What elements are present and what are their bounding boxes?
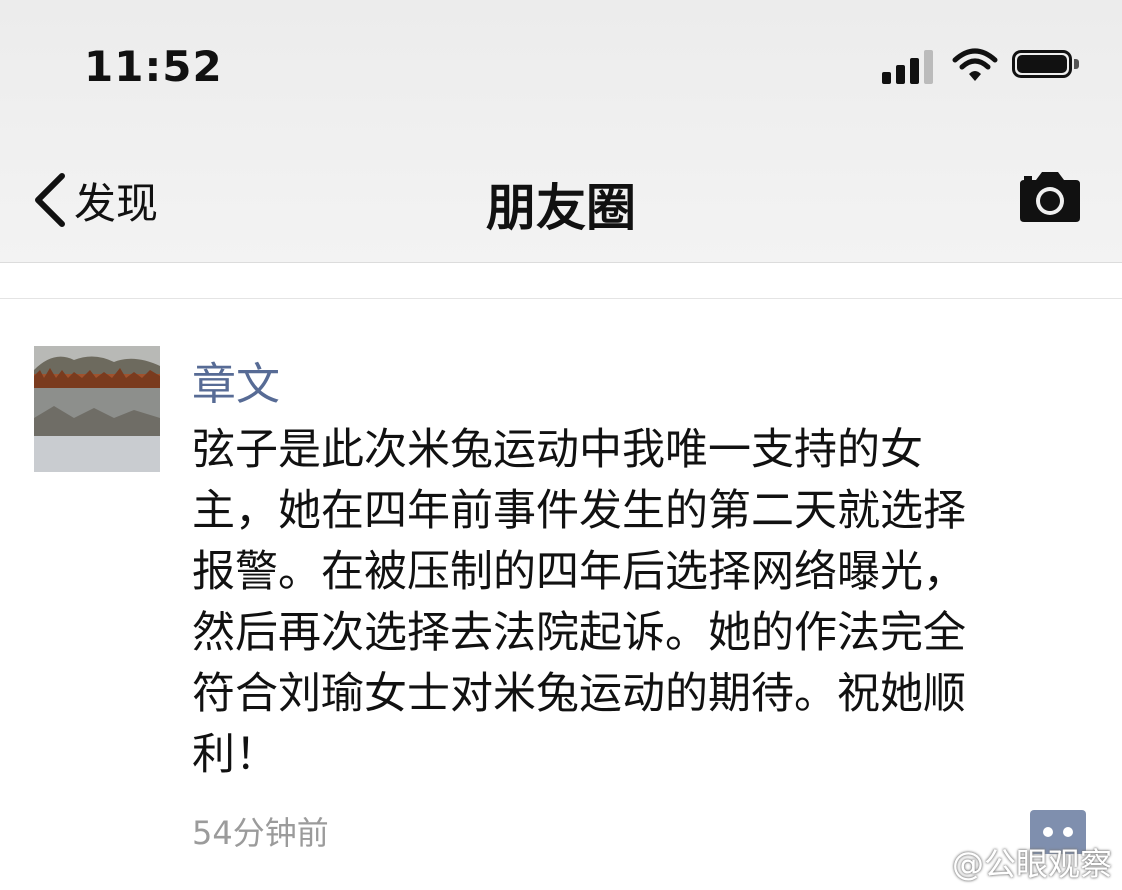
post-line: 符合刘瑜女士对米兔运动的期待。祝她顺	[192, 669, 966, 719]
watermark: @公眼观察	[906, 842, 1112, 883]
signal-icon	[882, 48, 934, 84]
avatar[interactable]	[34, 346, 160, 472]
divider	[0, 298, 1122, 299]
post-line: 然后再次选择去法院起诉。她的作法完全	[192, 608, 966, 658]
battery-icon	[1012, 50, 1082, 82]
top-bar: 11:52 发现 朋友圈	[0, 0, 1122, 263]
post-text: 弦子是此次米兔运动中我唯一支持的女 主，她在四年前事件发生的第二天就选择 报警。…	[192, 420, 1092, 786]
post-author-name[interactable]: 章文	[192, 348, 280, 412]
weibo-icon	[906, 847, 945, 879]
post-line: 利！	[192, 730, 278, 780]
status-time: 11:52	[84, 42, 223, 91]
post-line: 报警。在被压制的四年后选择网络曝光，	[192, 547, 966, 597]
wifi-icon	[952, 48, 998, 81]
post-line: 弦子是此次米兔运动中我唯一支持的女	[192, 425, 923, 475]
post-timestamp: 54分钟前	[192, 814, 329, 852]
watermark-text: @公眼观察	[951, 845, 1112, 883]
camera-icon[interactable]	[1016, 170, 1084, 224]
post-line: 主，她在四年前事件发生的第二天就选择	[192, 486, 966, 536]
page-title: 朋友圈	[486, 179, 636, 237]
